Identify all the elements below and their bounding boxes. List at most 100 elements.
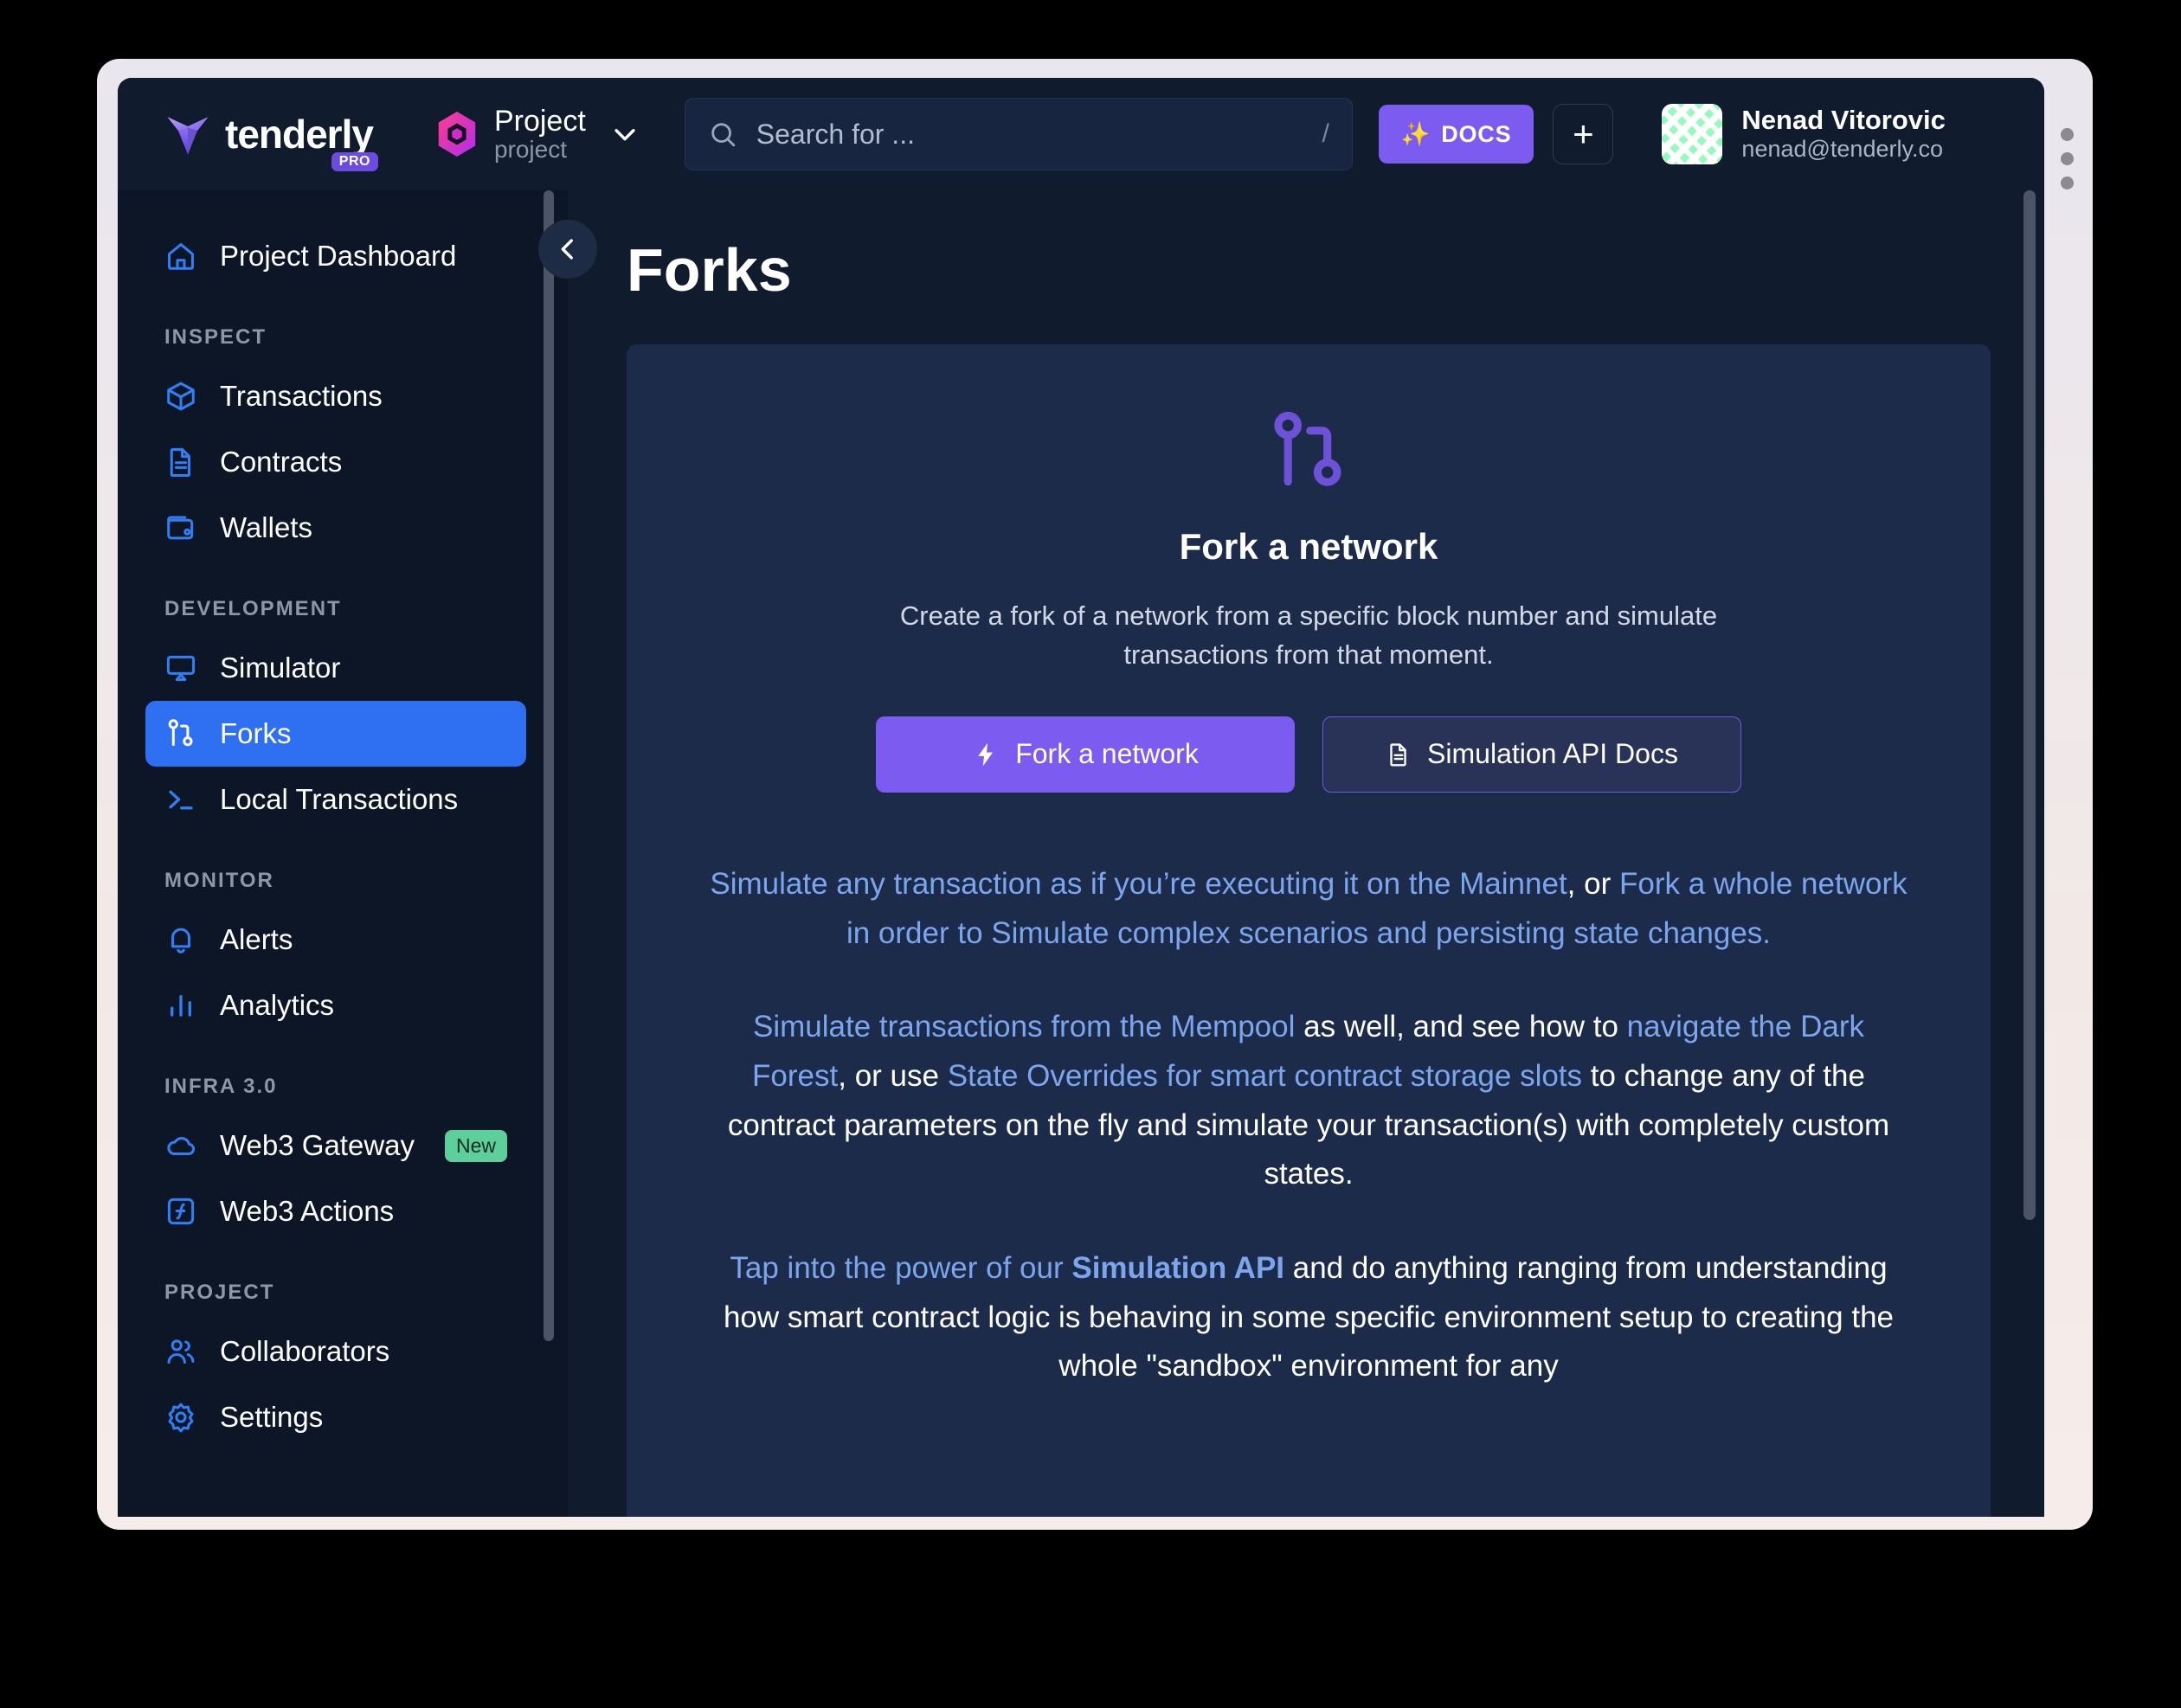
card-subtitle: Create a fork of a network from a specif… xyxy=(899,600,1718,670)
sidebar-item-forks[interactable]: Forks xyxy=(145,701,526,767)
sidebar-item-alerts[interactable]: Alerts xyxy=(145,907,526,973)
bell-icon xyxy=(170,928,191,954)
search-shortcut-hint: / xyxy=(1322,119,1329,148)
chevron-down-icon xyxy=(614,129,635,141)
simulation-api-docs-button[interactable]: Simulation API Docs xyxy=(1322,716,1741,793)
sidebar-item-settings[interactable]: Settings xyxy=(145,1384,526,1450)
window-dot xyxy=(2061,177,2074,189)
sidebar-section-title: INSPECT xyxy=(164,325,267,349)
cube-icon xyxy=(167,382,195,411)
sidebar-section-title: MONITOR xyxy=(164,869,274,892)
users-icon xyxy=(167,1339,195,1364)
body-container: Project Dashboard INSPECT Transactions C… xyxy=(118,190,2044,1517)
link-simulation-api[interactable]: Simulation API xyxy=(1071,1251,1284,1285)
sidebar-item-project-dashboard[interactable]: Project Dashboard xyxy=(145,223,526,289)
sidebar-item-simulator[interactable]: Simulator xyxy=(145,635,526,701)
link-state-overrides[interactable]: State Overrides for smart contract stora… xyxy=(948,1059,1582,1093)
sidebar-item-label: Settings xyxy=(220,1401,324,1433)
sidebar-item-transactions[interactable]: Transactions xyxy=(145,363,526,429)
docs-button-label: DOCS xyxy=(1441,120,1512,147)
sidebar-scrollbar[interactable] xyxy=(544,190,554,1341)
lightning-icon xyxy=(978,742,994,767)
docs-button[interactable]: ✨ DOCS xyxy=(1378,105,1534,164)
page-title: Forks xyxy=(627,236,792,304)
home-icon xyxy=(168,243,194,270)
card-action-row: Fork a network Simulation API Docs xyxy=(704,716,1913,793)
card-title: Fork a network xyxy=(1179,526,1438,567)
sidebar-item-web3-actions[interactable]: Web3 Actions xyxy=(145,1178,526,1244)
wallet-icon xyxy=(167,516,194,540)
paragraph-three: Tap into the power of our Simulation API… xyxy=(704,1244,1913,1391)
terminal-icon xyxy=(169,790,193,810)
add-button[interactable]: + xyxy=(1553,104,1614,164)
sidebar-item-analytics[interactable]: Analytics xyxy=(145,973,526,1038)
cloud-icon xyxy=(167,1137,196,1156)
plain-text: as well, and see how to xyxy=(1295,1010,1627,1044)
sidebar-item-local-transactions[interactable]: Local Transactions xyxy=(145,767,526,832)
user-name: Nenad Vitorovic xyxy=(1741,104,1946,135)
sidebar-item-contracts[interactable]: Contracts xyxy=(145,429,526,495)
fork-icon xyxy=(168,719,193,747)
fork-a-network-button-label: Fork a network xyxy=(1015,738,1199,770)
sidebar-item-wallets[interactable]: Wallets xyxy=(145,495,526,561)
sidebar-item-label: Web3 Gateway xyxy=(220,1129,415,1161)
function-icon xyxy=(167,1198,195,1225)
sidebar-item-label: Project Dashboard xyxy=(220,240,457,272)
sidebar-item-label: Web3 Actions xyxy=(220,1195,395,1227)
sidebar-item-label: Collaborators xyxy=(220,1335,390,1367)
link-simulate-mempool[interactable]: Simulate transactions from the Mempool xyxy=(753,1010,1295,1043)
top-bar: tenderly PRO Project project Search for … xyxy=(118,78,2044,190)
sidebar: Project Dashboard INSPECT Transactions C… xyxy=(118,190,597,1517)
sidebar-item-label: Forks xyxy=(220,717,292,749)
document-icon xyxy=(1390,743,1406,767)
tenderly-wordmark: tenderly xyxy=(225,112,374,157)
sidebar-item-label: Alerts xyxy=(220,923,293,955)
document-icon xyxy=(170,447,191,478)
search-input[interactable]: Search for ... / xyxy=(684,98,1353,170)
gear-icon xyxy=(168,1403,194,1433)
project-name: Project xyxy=(493,104,586,138)
project-hexagon-icon xyxy=(438,111,476,157)
window-menu-dots[interactable] xyxy=(2061,128,2074,189)
sidebar-item-label: Local Transactions xyxy=(220,783,459,815)
bar-chart-icon xyxy=(170,995,191,1017)
project-slug: project xyxy=(493,136,567,164)
simulator-icon xyxy=(166,655,196,681)
window-dot xyxy=(2061,128,2074,141)
paragraph-one: Simulate any transaction as if you’re ex… xyxy=(704,860,1913,958)
tenderly-logo-icon xyxy=(167,117,209,155)
chevron-left-icon xyxy=(561,239,573,260)
plus-icon: + xyxy=(1573,113,1594,154)
link-simulate-mainnet[interactable]: Simulate any transaction as if you’re ex… xyxy=(710,867,1567,901)
sidebar-collapse-button[interactable] xyxy=(538,220,597,279)
user-menu[interactable]: Nenad Vitorovic nenad@tenderly.co xyxy=(1662,104,1946,164)
sidebar-item-web3-gateway[interactable]: Web3 Gateway New xyxy=(145,1113,526,1178)
link-tap-into-power[interactable]: Tap into the power of our xyxy=(730,1251,1071,1285)
sidebar-item-label: Transactions xyxy=(220,380,383,412)
sidebar-item-collaborators[interactable]: Collaborators xyxy=(145,1319,526,1384)
pro-badge: PRO xyxy=(331,152,378,171)
plain-text: , or xyxy=(1567,866,1619,901)
simulation-api-docs-button-label: Simulation API Docs xyxy=(1427,738,1678,770)
sidebar-item-label: Wallets xyxy=(220,511,312,543)
tenderly-logo[interactable]: tenderly PRO xyxy=(163,109,378,171)
search-icon xyxy=(711,123,735,147)
plain-text: , or use xyxy=(838,1058,948,1093)
fork-icon xyxy=(1274,411,1341,486)
search-placeholder: Search for ... xyxy=(756,118,915,150)
status-badge: New xyxy=(444,1129,507,1162)
project-selector[interactable]: Project project xyxy=(435,104,640,164)
user-email: nenad@tenderly.co xyxy=(1741,136,1943,163)
fork-a-network-button[interactable]: Fork a network xyxy=(876,716,1295,793)
sidebar-item-label: Analytics xyxy=(220,989,335,1021)
window-dot xyxy=(2061,152,2074,165)
sidebar-section-title: INFRA 3.0 xyxy=(164,1075,278,1098)
sidebar-item-label: Simulator xyxy=(220,652,341,684)
sidebar-section-title: DEVELOPMENT xyxy=(164,597,342,620)
paragraph-two: Simulate transactions from the Mempool a… xyxy=(704,1003,1913,1199)
main-scrollbar[interactable] xyxy=(2023,190,2036,1220)
sparkle-icon: ✨ xyxy=(1400,121,1431,147)
sidebar-item-label: Contracts xyxy=(220,446,343,478)
main-content: Forks Fork a network Create a fork of a … xyxy=(568,190,2044,1517)
fork-empty-state-card: Fork a network Create a fork of a networ… xyxy=(627,344,1991,1517)
